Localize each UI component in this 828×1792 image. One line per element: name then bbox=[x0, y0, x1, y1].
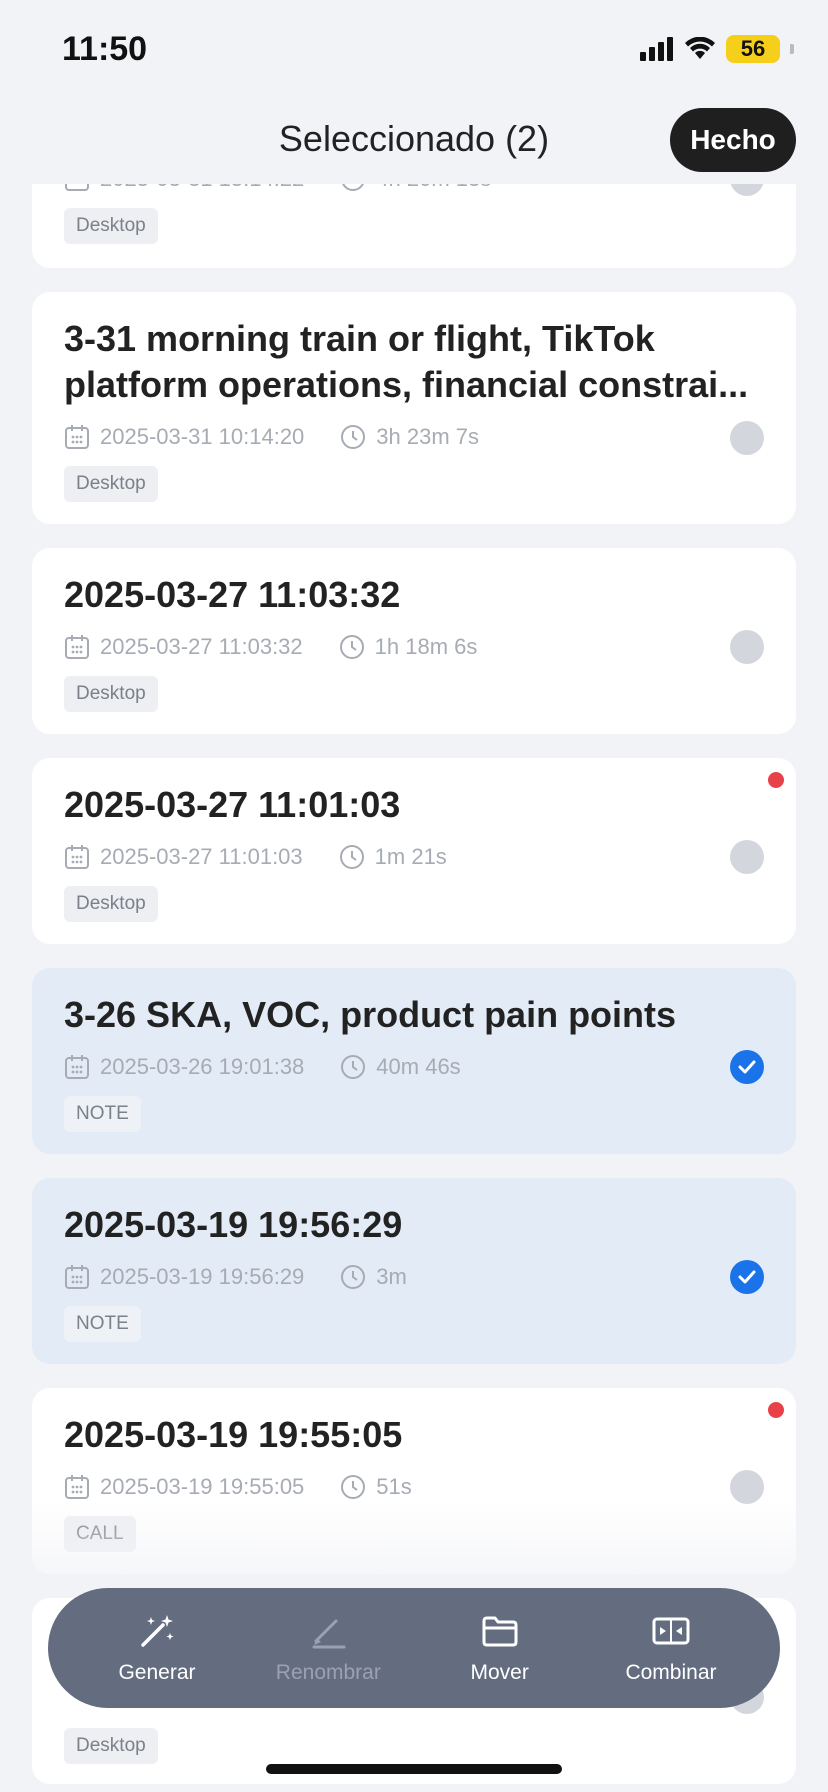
unread-dot bbox=[768, 1402, 784, 1418]
generate-button[interactable]: Generar bbox=[82, 1598, 232, 1698]
wifi-icon bbox=[685, 37, 715, 59]
calendar-icon bbox=[65, 1475, 89, 1499]
calendar-icon bbox=[65, 425, 89, 449]
recording-title: 2025-03-27 11:01:03 bbox=[64, 784, 401, 825]
select-circle[interactable] bbox=[730, 421, 764, 455]
recording-tag: Desktop bbox=[64, 676, 158, 712]
recording-date: 2025-03-19 19:55:05 bbox=[100, 1474, 305, 1499]
recording-tag: Desktop bbox=[64, 886, 158, 922]
calendar-icon bbox=[65, 1265, 89, 1289]
clock-icon bbox=[339, 845, 364, 869]
recording-card[interactable]: 2025-03-19 19:55:05 2025-03-19 19:55:05 … bbox=[32, 1388, 796, 1574]
recording-meta: 2025-03-27 11:03:32 1h 18m 6s bbox=[64, 632, 477, 662]
move-button[interactable]: Mover bbox=[425, 1598, 575, 1698]
battery-indicator: 56 bbox=[726, 35, 780, 63]
recording-date: 2025-03-27 11:03:32 bbox=[100, 634, 303, 659]
recording-date: 2025-03-19 19:56:29 bbox=[100, 1264, 305, 1289]
recording-card[interactable]: 3-31 morning train or flight, TikTok pla… bbox=[32, 292, 796, 524]
recording-tag: CALL bbox=[64, 1516, 136, 1552]
rename-label: Renombrar bbox=[275, 1661, 381, 1684]
recording-meta: 2025-03-19 19:56:29 3m bbox=[64, 1262, 407, 1292]
recording-tag: Desktop bbox=[64, 208, 158, 244]
recording-card[interactable]: 3-26 SKA, VOC, product pain points 2025-… bbox=[32, 968, 796, 1154]
selected-checkmark[interactable] bbox=[730, 1260, 764, 1294]
clock-icon bbox=[341, 425, 366, 449]
checkmark-icon bbox=[738, 1060, 756, 1074]
move-label: Mover bbox=[470, 1661, 529, 1684]
calendar-icon bbox=[65, 1055, 89, 1079]
clock-icon bbox=[341, 1475, 366, 1499]
merge-icon bbox=[652, 1617, 690, 1645]
clock-icon bbox=[341, 1055, 366, 1079]
recording-meta: 2025-03-31 10:14:20 3h 23m 7s bbox=[64, 422, 479, 452]
status-time: 11:50 bbox=[62, 30, 148, 68]
battery-tail bbox=[790, 44, 794, 54]
recording-date: 2025-03-27 11:01:03 bbox=[100, 844, 303, 869]
recording-duration: 51s bbox=[376, 1474, 412, 1499]
recording-meta: 2025-03-27 11:01:03 1m 21s bbox=[64, 842, 447, 872]
generate-label: Generar bbox=[118, 1661, 196, 1684]
recording-title: 2025-03-19 19:55:05 bbox=[64, 1414, 403, 1455]
pencil-icon bbox=[312, 1619, 346, 1649]
select-circle[interactable] bbox=[730, 630, 764, 664]
magic-wand-icon bbox=[141, 1615, 174, 1647]
recording-card[interactable]: 2025-03-19 19:56:29 2025-03-19 19:56:29 … bbox=[32, 1178, 796, 1364]
recording-title: 3-31 morning train or flight, TikTok pla… bbox=[64, 318, 749, 405]
action-toolbar: Generar Renombrar Mover Combinar bbox=[48, 1588, 780, 1708]
recording-tag: NOTE bbox=[64, 1096, 141, 1132]
recording-tag: Desktop bbox=[64, 466, 158, 502]
unread-dot bbox=[768, 772, 784, 788]
recording-card[interactable]: 2025-03-27 11:03:32 2025-03-27 11:03:32 … bbox=[32, 548, 796, 734]
checkmark-icon bbox=[738, 1270, 756, 1284]
status-icons: 56 bbox=[640, 34, 794, 64]
recording-duration: 3m bbox=[376, 1264, 407, 1289]
recording-date: 2025-03-26 19:01:38 bbox=[100, 1054, 305, 1079]
signal-icon bbox=[640, 37, 673, 61]
recording-meta: 2025-03-19 19:55:05 51s bbox=[64, 1472, 412, 1502]
recording-tag: NOTE bbox=[64, 1306, 141, 1342]
recording-card[interactable]: 2025-03-27 11:01:03 2025-03-27 11:01:03 … bbox=[32, 758, 796, 944]
recording-duration: 1h 18m 6s bbox=[374, 634, 478, 659]
combine-label: Combinar bbox=[625, 1661, 717, 1684]
selected-checkmark[interactable] bbox=[730, 1050, 764, 1084]
done-button[interactable]: Hecho bbox=[670, 108, 796, 172]
recording-meta: 2025-03-26 19:01:38 40m 46s bbox=[64, 1052, 461, 1082]
calendar-icon bbox=[65, 635, 89, 659]
header: Seleccionado (2) Hecho bbox=[0, 100, 828, 184]
clock-icon bbox=[339, 635, 364, 659]
calendar-icon bbox=[65, 845, 89, 869]
recording-duration: 3h 23m 7s bbox=[376, 424, 480, 449]
recording-date: 2025-03-31 10:14:20 bbox=[100, 424, 305, 449]
select-circle[interactable] bbox=[730, 840, 764, 874]
combine-button[interactable]: Combinar bbox=[596, 1598, 746, 1698]
recording-title: 2025-03-19 19:56:29 bbox=[64, 1204, 403, 1245]
folder-icon bbox=[482, 1616, 518, 1647]
select-circle[interactable] bbox=[730, 1470, 764, 1504]
status-bar: 11:50 56 bbox=[0, 0, 828, 100]
recording-tag: Desktop bbox=[64, 1728, 158, 1764]
home-indicator[interactable] bbox=[266, 1764, 562, 1774]
clock-icon bbox=[341, 1265, 366, 1289]
recording-duration: 1m 21s bbox=[374, 844, 447, 869]
recording-title: 2025-03-27 11:03:32 bbox=[64, 574, 401, 615]
recording-title: 3-26 SKA, VOC, product pain points bbox=[64, 994, 677, 1035]
recording-duration: 40m 46s bbox=[376, 1054, 461, 1079]
rename-button[interactable]: Renombrar bbox=[253, 1598, 403, 1698]
